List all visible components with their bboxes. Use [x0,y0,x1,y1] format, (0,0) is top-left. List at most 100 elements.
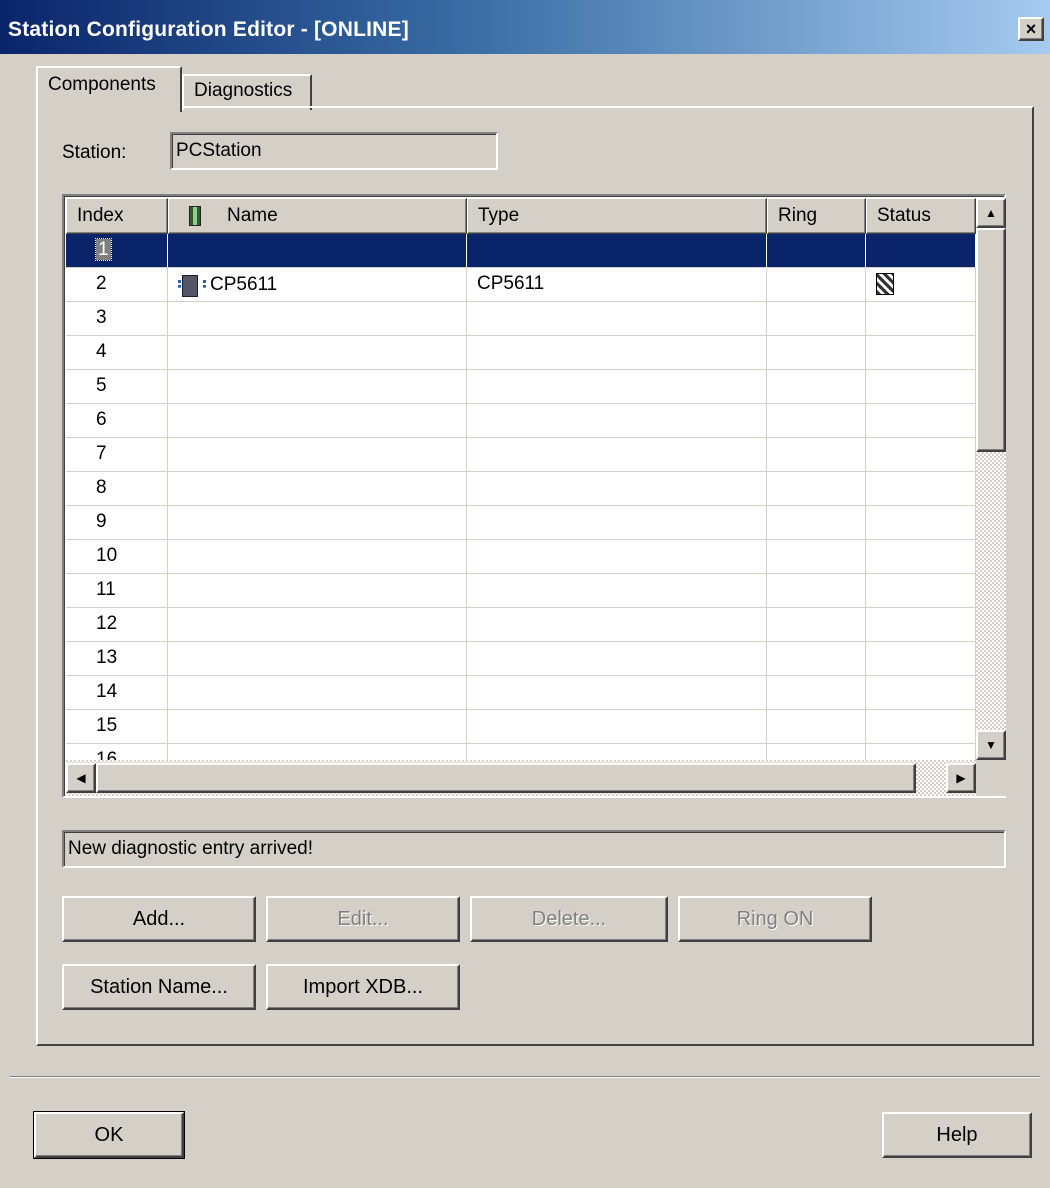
close-icon: × [1025,19,1037,39]
type-cell [467,302,767,335]
status-cell [866,234,976,267]
ring-cell [767,302,866,335]
status-cell [866,676,976,709]
type-cell [467,506,767,539]
column-header-ring[interactable]: Ring [767,198,866,234]
table-row[interactable]: 5 [66,370,976,404]
network-card-icon [178,274,206,297]
station-field: PCStation [170,132,498,170]
table-row[interactable]: 9 [66,506,976,540]
horizontal-scroll-thumb[interactable] [96,763,916,793]
import-xdb-button[interactable]: Import XDB... [266,964,460,1010]
index-cell: 12 [66,608,168,641]
table-row[interactable]: 11 [66,574,976,608]
column-header-type[interactable]: Type [467,198,767,234]
ring-cell [767,540,866,573]
type-cell [467,438,767,471]
ring-cell [767,370,866,403]
index-cell: 15 [66,710,168,743]
index-cell: 10 [66,540,168,573]
arrow-right-icon: ▶ [956,771,966,785]
status-cell [866,608,976,641]
delete-button[interactable]: Delete... [470,896,668,942]
type-cell [467,676,767,709]
name-cell [168,472,467,505]
ring-cell [767,336,866,369]
ok-button[interactable]: OK [33,1111,185,1159]
name-cell [168,676,467,709]
edit-button[interactable]: Edit... [266,896,460,942]
table-row[interactable]: 13 [66,642,976,676]
station-label: Station: [62,142,127,163]
name-cell [168,370,467,403]
arrow-up-icon: ▲ [985,206,997,220]
ring-cell [767,574,866,607]
components-grid: Index Name Type Ring Status 1 2 CP5611 C… [62,194,1006,798]
title-bar: Station Configuration Editor - [ONLINE] … [0,0,1050,54]
ring-cell [767,404,866,437]
index-cell: 8 [66,472,168,505]
horizontal-scrollbar[interactable]: ◀ ▶ [66,760,976,796]
vertical-scrollbar[interactable]: ▲ ▼ [976,198,1006,760]
tab-components[interactable]: Components [36,66,182,112]
station-name-button[interactable]: Station Name... [62,964,256,1010]
arrow-down-icon: ▼ [985,738,997,752]
tab-diagnostics[interactable]: Diagnostics [182,74,312,110]
scroll-up-button[interactable]: ▲ [976,198,1006,228]
help-button[interactable]: Help [882,1112,1032,1158]
type-cell [467,574,767,607]
scroll-right-button[interactable]: ▶ [946,763,976,793]
scroll-down-button[interactable]: ▼ [976,730,1006,760]
type-cell [467,710,767,743]
status-cell [866,710,976,743]
module-icon [189,206,201,226]
status-cell [866,438,976,471]
index-cell: 5 [66,370,168,403]
type-cell [467,608,767,641]
type-cell [467,336,767,369]
table-row[interactable]: 16 [66,744,976,760]
close-button[interactable]: × [1018,17,1044,41]
status-cell [866,744,976,760]
type-cell [467,472,767,505]
add-button[interactable]: Add... [62,896,256,942]
table-row[interactable]: 15 [66,710,976,744]
index-cell: 16 [66,744,168,760]
name-cell [168,744,467,760]
status-cell [866,302,976,335]
ring-on-button[interactable]: Ring ON [678,896,872,942]
table-row[interactable]: 8 [66,472,976,506]
table-row[interactable]: 10 [66,540,976,574]
column-header-index[interactable]: Index [66,198,168,234]
type-cell [467,370,767,403]
index-cell: 11 [66,574,168,607]
index-cell: 2 [66,268,168,301]
scroll-left-button[interactable]: ◀ [66,763,96,793]
ring-cell [767,642,866,675]
name-cell [168,506,467,539]
ring-cell [767,234,866,267]
table-row[interactable]: 7 [66,438,976,472]
status-icon [876,273,894,295]
ring-cell [767,268,866,301]
vertical-scroll-thumb[interactable] [976,228,1006,452]
ring-cell [767,744,866,760]
separator [10,1076,1040,1078]
index-cell: 13 [66,642,168,675]
column-header-status[interactable]: Status [866,198,976,234]
ring-cell [767,676,866,709]
grid-body: 1 2 CP5611 CP5611 3 4 5 6 7 8 9 10 11 12 [66,234,976,760]
ring-cell [767,506,866,539]
table-row[interactable]: 12 [66,608,976,642]
table-row[interactable]: 3 [66,302,976,336]
table-row[interactable]: 14 [66,676,976,710]
table-row[interactable]: 1 [66,234,976,268]
table-row[interactable]: 2 CP5611 CP5611 [66,268,976,302]
name-cell [168,710,467,743]
table-row[interactable]: 6 [66,404,976,438]
table-row[interactable]: 4 [66,336,976,370]
status-cell [866,370,976,403]
grid-header: Index Name Type Ring Status [66,198,976,234]
column-header-name[interactable]: Name [168,198,467,234]
status-cell [866,506,976,539]
